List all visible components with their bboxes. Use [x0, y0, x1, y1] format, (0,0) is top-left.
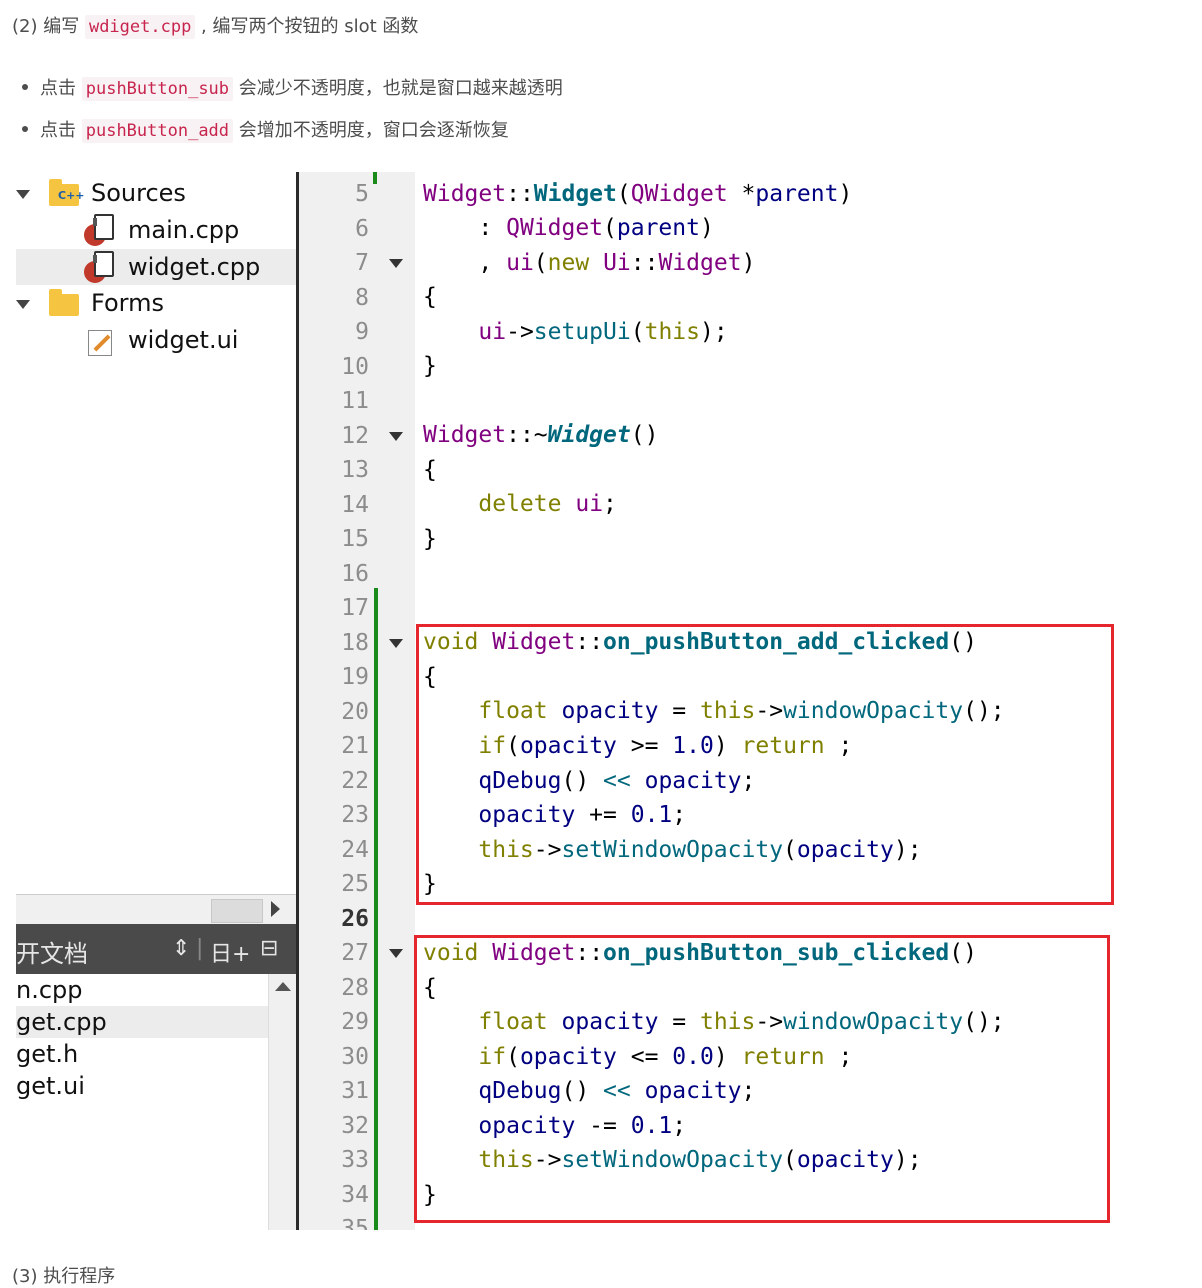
project-tree: C++ Sources main.cpp widget.cpp Forms wi… [16, 172, 296, 902]
code-line-15: } [423, 526, 437, 552]
bullet-text: 会减少不透明度，也就是窗口越来越透明 [233, 78, 563, 99]
bullet-prefix: 点击 [40, 120, 82, 141]
tree-item-sources[interactable]: Sources [91, 175, 186, 211]
line-number[interactable]: 8 [299, 281, 369, 315]
tree-item-widget-ui[interactable]: widget.ui [128, 322, 238, 358]
line-number[interactable]: 26 [299, 902, 369, 936]
cpp-file-icon [84, 251, 114, 283]
tree-item-forms[interactable]: Forms [91, 285, 164, 321]
step-2-prefix: (2) 编写 [12, 16, 85, 37]
line-number[interactable]: 18 [299, 626, 369, 660]
line-number[interactable]: 17 [299, 591, 369, 625]
code-line-9: ui->setupUi(this); [478, 319, 728, 345]
code-line-6: : QWidget(parent) [478, 215, 714, 241]
code-line-5: Widget::Widget(QWidget *parent) [423, 181, 853, 207]
line-number[interactable]: 19 [299, 660, 369, 694]
open-documents-list: n.cpp get.cpp get.h get.ui [16, 974, 297, 1230]
fold-arrow-icon[interactable] [389, 432, 403, 441]
step-3-heading: (3) 执行程序 [12, 1266, 116, 1287]
open-doc-item[interactable]: get.cpp [16, 1006, 268, 1038]
step-2-heading: (2) 编写 wdiget.cpp , 编写两个按钮的 slot 函数 [12, 12, 419, 39]
open-doc-item[interactable]: get.h [16, 1038, 268, 1070]
tree-item-main-cpp[interactable]: main.cpp [128, 212, 239, 248]
tree-item-widget-cpp[interactable]: widget.cpp [128, 249, 260, 285]
line-number[interactable]: 22 [299, 764, 369, 798]
line-number[interactable]: 27 [299, 936, 369, 970]
close-pane-icon[interactable]: ⊟ [260, 936, 278, 961]
open-doc-item[interactable]: get.ui [16, 1070, 268, 1102]
open-documents-title: 开文档 [16, 940, 88, 968]
line-number[interactable]: 16 [299, 557, 369, 591]
change-marker [373, 172, 377, 184]
line-number[interactable]: 7 [299, 246, 369, 280]
ui-form-file-icon [88, 330, 112, 356]
line-number[interactable]: 9 [299, 315, 369, 349]
code-line-7: , ui(new Ui::Widget) [478, 250, 756, 276]
inline-code-add: pushButton_add [81, 119, 234, 143]
code-line-14: delete ui; [478, 491, 617, 517]
line-number[interactable]: 21 [299, 729, 369, 763]
inline-code-sub: pushButton_sub [81, 77, 234, 101]
cpp-file-icon [84, 214, 114, 246]
scroll-thumb[interactable] [211, 899, 263, 923]
tree-horizontal-scrollbar[interactable] [16, 894, 296, 925]
expand-arrow-icon[interactable] [16, 190, 30, 199]
sort-toggle-icon[interactable]: ⇕ [172, 936, 190, 961]
highlight-box-sub-slot [414, 935, 1110, 1223]
doc-list-vertical-scrollbar[interactable] [268, 974, 297, 1230]
code-line-13: { [423, 457, 437, 483]
line-number[interactable]: 34 [299, 1178, 369, 1212]
code-line-10: } [423, 353, 437, 379]
line-number[interactable]: 24 [299, 833, 369, 867]
highlight-box-add-slot [416, 624, 1114, 905]
line-number[interactable]: 12 [299, 419, 369, 453]
fold-arrow-icon[interactable] [389, 259, 403, 268]
cpp-folder-icon: C++ [49, 179, 85, 206]
bullet-dot [22, 84, 28, 90]
line-number[interactable]: 15 [299, 522, 369, 556]
line-number[interactable]: 28 [299, 971, 369, 1005]
line-number[interactable]: 29 [299, 1005, 369, 1039]
fold-arrow-icon[interactable] [389, 949, 403, 958]
bullet-item-sub: 点击 pushButton_sub 会减少不透明度，也就是窗口越来越透明 [22, 74, 563, 101]
bullet-dot [22, 126, 28, 132]
split-add-icon[interactable]: 日+ [210, 936, 250, 968]
line-number[interactable]: 11 [299, 384, 369, 418]
code-line-12: Widget::~Widget() [423, 422, 659, 448]
line-number[interactable]: 14 [299, 488, 369, 522]
divider: | [196, 936, 204, 961]
inline-code-filename: wdiget.cpp [84, 15, 196, 39]
line-number[interactable]: 35 [299, 1212, 369, 1230]
line-number[interactable]: 33 [299, 1143, 369, 1177]
line-number[interactable]: 23 [299, 798, 369, 832]
line-number[interactable]: 10 [299, 350, 369, 384]
scroll-right-arrow-icon[interactable] [271, 901, 280, 917]
code-line-8: { [423, 284, 437, 310]
expand-arrow-icon[interactable] [16, 300, 30, 309]
bullet-item-add: 点击 pushButton_add 会增加不透明度，窗口会逐渐恢复 [22, 116, 509, 143]
line-number[interactable]: 13 [299, 453, 369, 487]
line-number[interactable]: 6 [299, 212, 369, 246]
scroll-up-arrow-icon[interactable] [275, 982, 291, 991]
code-editor[interactable]: Widget::Widget(QWidget *parent) : QWidge… [414, 172, 1196, 1230]
line-number[interactable]: 5 [299, 177, 369, 211]
line-number[interactable]: 20 [299, 695, 369, 729]
open-documents-header: 开文档 ⇕ | 日+ ⊟ [16, 924, 296, 974]
open-doc-item[interactable]: n.cpp [16, 974, 268, 1006]
line-number[interactable]: 31 [299, 1074, 369, 1108]
ide-screenshot: C++ Sources main.cpp widget.cpp Forms wi… [16, 172, 1196, 1230]
line-number[interactable]: 32 [299, 1109, 369, 1143]
line-number[interactable]: 25 [299, 867, 369, 901]
bullet-text: 会增加不透明度，窗口会逐渐恢复 [233, 120, 509, 141]
change-marker [374, 588, 378, 1230]
forms-folder-icon [49, 289, 79, 316]
bullet-prefix: 点击 [40, 78, 82, 99]
step-2-suffix: , 编写两个按钮的 slot 函数 [195, 16, 419, 37]
fold-arrow-icon[interactable] [389, 639, 403, 648]
line-number[interactable]: 30 [299, 1040, 369, 1074]
line-number-gutter: 5 6 7 8 9 10 11 12 13 14 15 16 17 18 19 20 21 22 23 24 25 26 2… [299, 172, 415, 1230]
